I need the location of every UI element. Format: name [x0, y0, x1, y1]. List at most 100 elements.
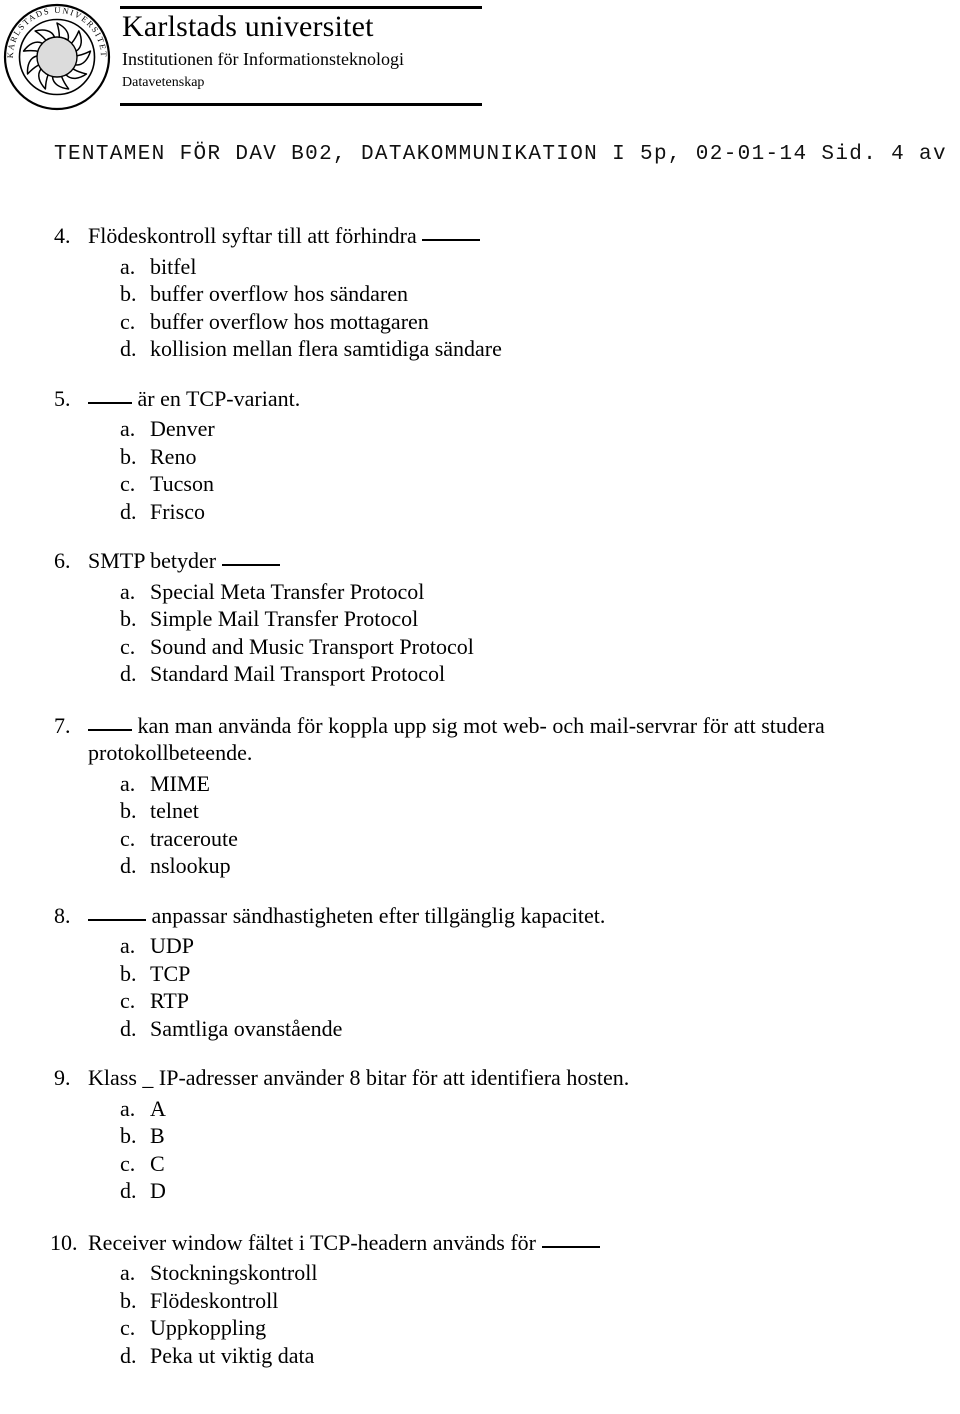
option-text: Stockningskontroll [150, 1260, 318, 1285]
option-item[interactable]: b. telnet [0, 797, 960, 825]
option-item[interactable]: a. Special Meta Transfer Protocol [0, 578, 960, 606]
option-item[interactable]: c. Uppkoppling [0, 1314, 960, 1342]
option-letter: c. [120, 633, 136, 659]
question-block: 6. SMTP betyder a. Special Meta Transfer P… [0, 547, 960, 688]
option-text: MIME [150, 770, 210, 796]
option-item[interactable]: a. A [0, 1095, 960, 1123]
option-item[interactable]: a. UDP [0, 932, 960, 960]
answer-blank [88, 728, 132, 731]
option-item[interactable]: c. traceroute [0, 825, 960, 853]
option-item[interactable]: b. TCP [0, 960, 960, 988]
option-item[interactable]: a. MIME [0, 770, 960, 798]
question-text-before-blank: Flödeskontroll syftar till att förhindra [88, 223, 423, 248]
option-text: D [150, 1178, 166, 1203]
option-item[interactable]: d. Standard Mail Transport Protocol [0, 660, 960, 688]
option-letter: c. [120, 471, 136, 496]
question-text-before-blank: SMTP betyder [88, 548, 222, 573]
question-number: 4. [54, 223, 71, 248]
option-letter: b. [120, 606, 137, 631]
option-item[interactable]: c. Sound and Music Transport Protocol [0, 633, 960, 661]
option-text: telnet [150, 798, 199, 823]
question-block: 4. Flödeskontroll syftar till att förhind… [0, 222, 960, 363]
question-text-after-blank: är en TCP-variant. [132, 385, 301, 411]
option-text: Simple Mail Transfer Protocol [150, 606, 419, 631]
option-letter: d. [120, 1178, 137, 1203]
question-list: 4. Flödeskontroll syftar till att förhind… [0, 222, 960, 1389]
option-item[interactable]: b. buffer overflow hos sändaren [0, 280, 960, 308]
question-number: 10. [50, 1229, 78, 1255]
option-list: a. Special Meta Transfer Protocol b. Simple… [0, 578, 960, 688]
option-item[interactable]: b. B [0, 1122, 960, 1150]
option-item[interactable]: b. Flödeskontroll [0, 1287, 960, 1315]
question-text-after-blank: kan man använda för koppla upp sig mot w… [88, 712, 825, 766]
option-text: Sound and Music Transport Protocol [150, 633, 474, 659]
letterhead-rule-top [120, 6, 482, 9]
question-block: 10. Receiver window fältet i TCP-headern … [0, 1229, 960, 1370]
option-letter: b. [120, 281, 137, 306]
option-letter: d. [120, 336, 137, 361]
option-letter: b. [120, 1123, 137, 1148]
question-text: 4. Flödeskontroll syftar till att förhind… [0, 222, 960, 250]
option-text: UDP [150, 933, 195, 958]
university-seal-logo: KARLSTADS UNIVERSITET [2, 2, 112, 112]
question-number: 7. [54, 712, 71, 738]
option-item[interactable]: a. Stockningskontroll [0, 1259, 960, 1287]
option-item[interactable]: c. Tucson [0, 470, 960, 498]
option-list: a. bitfel b. buffer overflow hos sändaren c.… [0, 253, 960, 363]
option-item[interactable]: d. Frisco [0, 498, 960, 526]
question-text: 10. Receiver window fältet i TCP-headern … [0, 1229, 960, 1257]
option-item[interactable]: b. Simple Mail Transfer Protocol [0, 605, 960, 633]
option-letter: b. [120, 443, 137, 469]
option-item[interactable]: b. Reno [0, 443, 960, 471]
option-item[interactable]: d. Samtliga ovanstående [0, 1015, 960, 1043]
subject-name: Datavetenskap [122, 75, 205, 90]
option-item[interactable]: d. kollision mellan flera samtidiga sända… [0, 335, 960, 363]
option-letter: a. [120, 253, 136, 279]
option-item[interactable]: d. D [0, 1177, 960, 1205]
option-text: B [150, 1123, 165, 1148]
option-letter: d. [120, 661, 137, 686]
option-list: a. Ab. Bc. Cd. D [0, 1095, 960, 1205]
department-name: Institutionen för Informationsteknologi [122, 49, 404, 69]
answer-blank [541, 1245, 600, 1248]
option-text: Denver [150, 416, 215, 441]
option-item[interactable]: a. Denver [0, 415, 960, 443]
option-letter: c. [120, 308, 136, 334]
option-letter: d. [120, 498, 137, 524]
question-block: 7. kan man använda för koppla upp sig mo… [0, 712, 960, 880]
question-number: 6. [54, 548, 71, 573]
option-item[interactable]: c. C [0, 1150, 960, 1178]
option-text: Frisco [150, 498, 205, 524]
option-text: Special Meta Transfer Protocol [150, 578, 425, 604]
option-letter: c. [120, 988, 136, 1013]
option-item[interactable]: d. Peka ut viktig data [0, 1342, 960, 1370]
question-block: 9. Klass _ IP-adresser använder 8 bitar f… [0, 1064, 960, 1205]
answer-blank [221, 564, 280, 566]
question-number: 5. [54, 385, 71, 411]
option-letter: a. [120, 770, 136, 796]
option-letter: d. [120, 1015, 137, 1041]
option-item[interactable]: c. buffer overflow hos mottagaren [0, 308, 960, 336]
letterhead-text-block: Karlstads universitet Institutionen för … [120, 0, 482, 112]
university-name: Karlstads universitet [122, 10, 374, 43]
option-list: a. UDP b. TCP c. RTP d. Samtliga ovanstående [0, 932, 960, 1042]
option-list: a. Denver b. Reno c. Tucson d. Frisco [0, 415, 960, 525]
option-letter: b. [120, 960, 137, 986]
letterhead-rule-bottom [120, 103, 482, 106]
question-text-before-blank: Klass _ IP-adresser använder 8 bitar för… [88, 1065, 630, 1090]
option-item[interactable]: a. bitfel [0, 253, 960, 281]
option-list: a. MIME b. telnet c. traceroute d. nslookup [0, 770, 960, 880]
option-text: buffer overflow hos mottagaren [150, 308, 429, 334]
answer-blank [88, 401, 132, 404]
option-item[interactable]: d. nslookup [0, 852, 960, 880]
option-letter: b. [120, 798, 137, 823]
question-text-before-blank: Receiver window fältet i TCP-headern anv… [88, 1229, 542, 1255]
question-block: 5. är en TCP-variant. a. Denver b. Reno c. Tuc… [0, 385, 960, 526]
letterhead: KARLSTADS UNIVERSITET Karlstads universi… [0, 0, 960, 118]
option-text: nslookup [150, 853, 231, 878]
option-text: TCP [150, 960, 191, 986]
option-item[interactable]: c. RTP [0, 987, 960, 1015]
option-letter: d. [120, 853, 137, 878]
option-text: kollision mellan flera samtidiga sändare [150, 336, 502, 361]
option-letter: b. [120, 1287, 137, 1313]
